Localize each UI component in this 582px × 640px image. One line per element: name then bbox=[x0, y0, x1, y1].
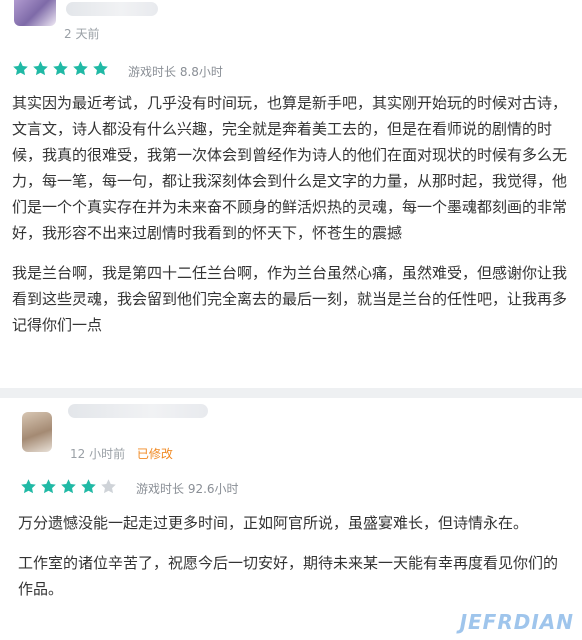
avatar[interactable] bbox=[14, 0, 56, 26]
review-paragraph: 工作室的诸位辛苦了，祝愿今后一切安好，期待未来某一天能有幸再度看见你们的作品。 bbox=[18, 554, 559, 598]
star-icon bbox=[13, 61, 28, 76]
username-blurred[interactable] bbox=[68, 404, 208, 418]
review-paragraph: 其实因为最近考试，几乎没有时间玩，也算是新手吧，其实刚开始玩的时候对古诗，文言文… bbox=[12, 94, 568, 242]
playtime-label: 游戏时长 92.6小时 bbox=[136, 482, 239, 496]
star-icon bbox=[81, 479, 96, 494]
avatar[interactable] bbox=[22, 412, 52, 452]
star-icon bbox=[61, 479, 76, 494]
review-body[interactable]: 其实因为最近考试，几乎没有时间玩，也算是新手吧，其实刚开始玩的时候对古诗，文言文… bbox=[12, 90, 568, 352]
star-icon bbox=[93, 61, 108, 76]
username-blurred[interactable] bbox=[66, 2, 158, 16]
review-meta: 12 小时前 已修改 bbox=[70, 445, 173, 462]
review-paragraph: 万分遗憾没能一起走过更多时间，正如阿官所说，虽盛宴难长，但诗情永在。 bbox=[18, 514, 529, 532]
edited-badge: 已修改 bbox=[136, 447, 173, 461]
review-time: 2 天前 bbox=[64, 27, 100, 41]
review-time: 12 小时前 bbox=[70, 447, 126, 461]
star-icon bbox=[101, 479, 116, 494]
review-body[interactable]: 万分遗憾没能一起走过更多时间，正如阿官所说，虽盛宴难长，但诗情永在。 工作室的诸… bbox=[18, 510, 566, 616]
review-meta: 2 天前 bbox=[64, 25, 99, 42]
review-card: 12 小时前 已修改 游戏时长 92.6小时 万分遗憾没能一起走过更多时间，正如… bbox=[0, 398, 582, 640]
watermark-logo: JEFRDIAN bbox=[459, 610, 574, 634]
star-icon bbox=[53, 61, 68, 76]
review-card: 2 天前 游戏时长 8.8小时 其实因为最近考试，几乎没有时间玩，也算是新手吧，… bbox=[0, 0, 582, 388]
playtime-label: 游戏时长 8.8小时 bbox=[128, 65, 223, 79]
review-paragraph: 我是兰台啊，我是第四十二任兰台啊，作为兰台虽然心痛，虽然难受，但感谢你让我看到这… bbox=[12, 264, 568, 334]
rating-stars bbox=[20, 478, 117, 495]
rating-stars bbox=[12, 60, 109, 77]
star-icon bbox=[21, 479, 36, 494]
star-icon bbox=[41, 479, 56, 494]
star-icon bbox=[33, 61, 48, 76]
star-icon bbox=[73, 61, 88, 76]
